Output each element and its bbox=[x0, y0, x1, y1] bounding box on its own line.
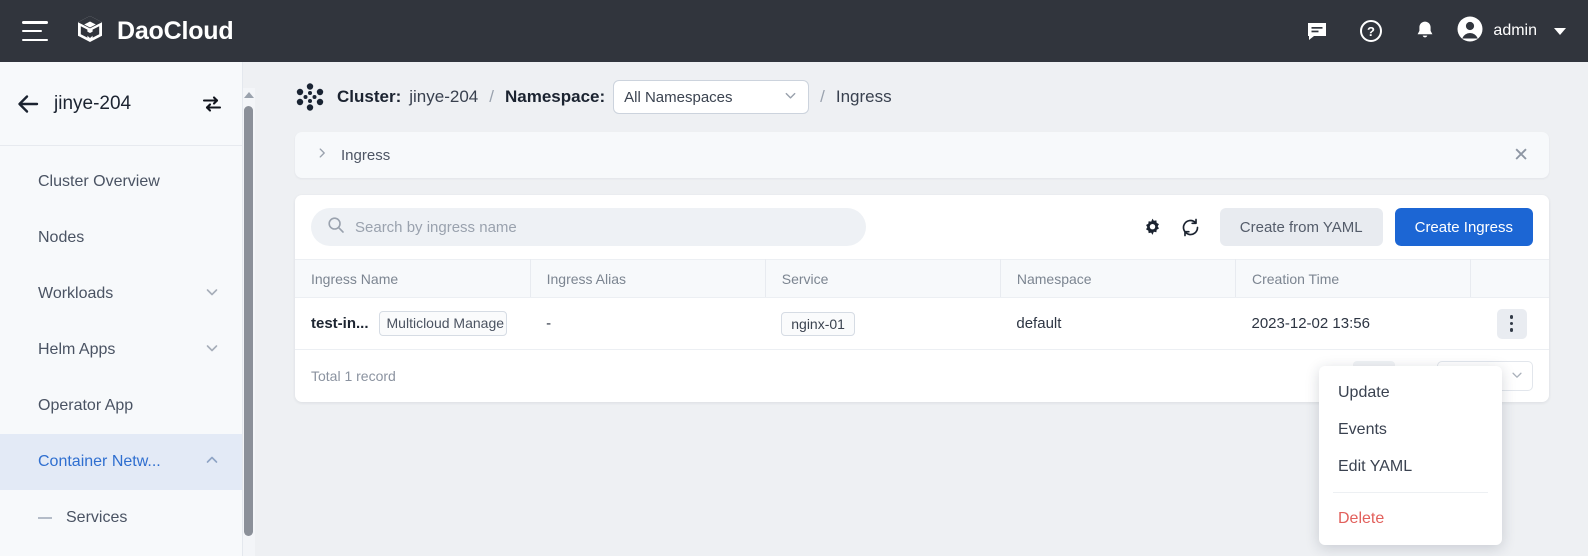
sidebar-cluster-name: jinye-204 bbox=[54, 93, 131, 115]
sidebar-item-label: Helm Apps bbox=[38, 341, 115, 359]
sidebar-item-services[interactable]: Services bbox=[0, 490, 242, 546]
ingress-name-text[interactable]: test-in... bbox=[311, 315, 369, 332]
menu-divider bbox=[1333, 492, 1488, 493]
toolbar-actions: Create from YAML Create Ingress bbox=[1134, 208, 1533, 246]
sidebar-item-label: Operator App bbox=[38, 397, 133, 415]
namespace-select[interactable]: All Namespaces bbox=[613, 80, 809, 114]
daocloud-cube-icon bbox=[74, 13, 106, 50]
chevron-down-icon bbox=[783, 88, 798, 107]
sidebar-nav: Cluster Overview Nodes Workloads Helm Ap… bbox=[0, 146, 242, 546]
table-header-row: Ingress Name Ingress Alias Service Names… bbox=[295, 260, 1549, 298]
sidebar-item-label: Container Netw... bbox=[38, 453, 161, 471]
breadcrumb-namespace-label: Namespace: bbox=[505, 87, 605, 107]
column-header-ingress-name: Ingress Name bbox=[295, 260, 530, 298]
brand-logo: DaoCloud bbox=[74, 13, 233, 50]
sidebar: jinye-204 Cluster Overview Nodes Workloa… bbox=[0, 62, 243, 556]
ingress-name-chip: Multicloud Manage bbox=[379, 311, 507, 336]
user-menu[interactable]: admin bbox=[1456, 15, 1566, 48]
column-header-actions bbox=[1471, 260, 1549, 298]
search-box[interactable] bbox=[311, 208, 866, 246]
bell-icon[interactable] bbox=[1398, 0, 1452, 62]
breadcrumb-cluster-label: Cluster: bbox=[337, 87, 401, 107]
ingress-panel-bar: Ingress ✕ bbox=[295, 132, 1549, 178]
chat-icon[interactable] bbox=[1290, 0, 1344, 62]
scrollbar-thumb[interactable] bbox=[244, 106, 253, 536]
total-records-label: Total 1 record bbox=[311, 368, 396, 384]
sidebar-item-container-network[interactable]: Container Netw... bbox=[0, 434, 242, 490]
cluster-dots-icon bbox=[295, 82, 325, 112]
menu-item-events[interactable]: Events bbox=[1319, 411, 1502, 448]
chevron-right-icon[interactable] bbox=[315, 146, 329, 165]
dash-icon bbox=[38, 517, 52, 519]
search-input[interactable] bbox=[355, 219, 850, 236]
breadcrumb: Cluster: jinye-204 / Namespace: All Name… bbox=[256, 62, 1588, 132]
menu-item-edit-yaml[interactable]: Edit YAML bbox=[1319, 448, 1502, 485]
ingress-table: Ingress Name Ingress Alias Service Names… bbox=[295, 259, 1549, 350]
user-name: admin bbox=[1493, 22, 1537, 40]
switch-cluster-icon[interactable] bbox=[200, 92, 224, 116]
sidebar-item-workloads[interactable]: Workloads bbox=[0, 266, 242, 322]
header-actions: ? admin bbox=[1290, 0, 1588, 62]
sidebar-item-operator-app[interactable]: Operator App bbox=[0, 378, 242, 434]
close-icon[interactable]: ✕ bbox=[1513, 146, 1529, 165]
ingress-toolbar: Create from YAML Create Ingress bbox=[295, 195, 1549, 259]
menu-item-update[interactable]: Update bbox=[1319, 374, 1502, 411]
chevron-down-icon bbox=[204, 340, 220, 361]
create-ingress-button[interactable]: Create Ingress bbox=[1395, 208, 1533, 246]
chevron-down-icon bbox=[1510, 368, 1524, 385]
refresh-icon[interactable] bbox=[1172, 208, 1210, 246]
sidebar-item-label: Workloads bbox=[38, 285, 113, 303]
brand-name: DaoCloud bbox=[117, 17, 233, 46]
svg-text:?: ? bbox=[1367, 24, 1375, 39]
back-arrow-icon[interactable] bbox=[16, 93, 42, 115]
breadcrumb-cluster-value[interactable]: jinye-204 bbox=[409, 87, 478, 107]
row-actions-menu: Update Events Edit YAML Delete bbox=[1319, 366, 1502, 545]
sidebar-item-nodes[interactable]: Nodes bbox=[0, 210, 242, 266]
kebab-menu-icon[interactable] bbox=[1497, 309, 1527, 339]
namespace-select-value: All Namespaces bbox=[624, 89, 732, 106]
scroll-up-arrow-icon[interactable] bbox=[244, 92, 254, 98]
search-icon bbox=[327, 216, 345, 239]
table-body: test-in... Multicloud Manage - nginx-01 … bbox=[295, 298, 1549, 350]
breadcrumb-separator: / bbox=[489, 87, 494, 107]
column-header-creation-time: Creation Time bbox=[1236, 260, 1471, 298]
sidebar-header: jinye-204 bbox=[0, 62, 242, 146]
sidebar-scrollbar[interactable] bbox=[243, 88, 255, 556]
column-header-service: Service bbox=[765, 260, 1000, 298]
top-header-bar: DaoCloud ? bbox=[0, 0, 1588, 62]
column-header-ingress-alias: Ingress Alias bbox=[530, 260, 765, 298]
column-header-namespace: Namespace bbox=[1000, 260, 1235, 298]
sidebar-item-label: Nodes bbox=[38, 229, 84, 247]
breadcrumb-separator-2: / bbox=[820, 87, 825, 107]
panel-title: Ingress bbox=[341, 147, 390, 164]
table-head: Ingress Name Ingress Alias Service Names… bbox=[295, 260, 1549, 298]
cell-actions bbox=[1471, 298, 1549, 350]
help-icon[interactable]: ? bbox=[1344, 0, 1398, 62]
sidebar-item-cluster-overview[interactable]: Cluster Overview bbox=[0, 154, 242, 210]
table-row[interactable]: test-in... Multicloud Manage - nginx-01 … bbox=[295, 298, 1549, 350]
chevron-down-icon bbox=[1554, 28, 1566, 35]
service-chip[interactable]: nginx-01 bbox=[781, 312, 855, 336]
breadcrumb-page: Ingress bbox=[836, 87, 892, 107]
sidebar-item-helm-apps[interactable]: Helm Apps bbox=[0, 322, 242, 378]
sidebar-item-label: Cluster Overview bbox=[38, 173, 160, 191]
cell-ingress-name: test-in... Multicloud Manage bbox=[295, 298, 530, 350]
chevron-down-icon bbox=[204, 284, 220, 305]
chevron-up-icon bbox=[204, 452, 220, 473]
menu-item-delete[interactable]: Delete bbox=[1319, 500, 1502, 537]
create-from-yaml-button[interactable]: Create from YAML bbox=[1220, 208, 1383, 246]
gear-icon[interactable] bbox=[1134, 208, 1172, 246]
cell-ingress-alias: - bbox=[530, 298, 765, 350]
cell-creation-time: 2023-12-02 13:56 bbox=[1236, 298, 1471, 350]
sidebar-subitem-label: Services bbox=[66, 509, 127, 527]
hamburger-icon[interactable] bbox=[22, 21, 48, 41]
avatar bbox=[1456, 15, 1484, 48]
cell-namespace: default bbox=[1000, 298, 1235, 350]
cell-service: nginx-01 bbox=[765, 298, 1000, 350]
